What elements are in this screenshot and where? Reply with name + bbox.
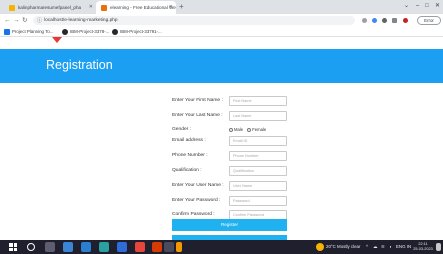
minimize-icon[interactable]: – — [416, 0, 419, 13]
bookmark-item[interactable]: Project Planning To... — [4, 27, 53, 37]
gender-radio-group: Male Female — [229, 127, 269, 132]
tray-up-icon[interactable]: ^ — [366, 240, 368, 254]
bookmark-label: Project Planning To... — [12, 29, 54, 34]
bookmarks-bar: Project Planning To... IBM-Project-3378-… — [0, 27, 443, 37]
sidebar-icon[interactable] — [392, 18, 397, 23]
qualification-label: Qualification : — [172, 168, 202, 173]
first-name-input[interactable] — [229, 96, 287, 106]
tab-favicon-icon — [101, 5, 107, 11]
phone-label: Phone Number : — [172, 153, 208, 158]
mail-icon[interactable] — [63, 242, 73, 252]
profile-error-button[interactable]: Error — [417, 16, 441, 25]
system-clock[interactable]: 22:11 25-03-2023 — [413, 242, 433, 252]
phone-input[interactable] — [229, 151, 287, 161]
bookmark-label: IBM-Project-33791-... — [120, 29, 162, 34]
browser-window: kalinpharmaresumefpanel_pha ✕ elearning … — [0, 0, 443, 254]
app-icon[interactable] — [164, 242, 174, 252]
vscode-icon[interactable] — [117, 242, 127, 252]
bookmark-item[interactable]: IBM-Project-3378-... — [62, 27, 109, 37]
github-icon — [112, 29, 118, 35]
confirm-password-label: Confirm Password : — [172, 212, 215, 217]
username-label: Enter Your User Name : — [172, 183, 224, 188]
chevron-down-icon[interactable]: ⌄ — [404, 0, 409, 13]
qualification-input[interactable] — [229, 166, 287, 176]
gender-female-label: Female — [252, 127, 267, 132]
notification-icon[interactable] — [436, 243, 441, 251]
forward-icon[interactable]: → — [13, 14, 20, 27]
email-input[interactable] — [229, 136, 287, 146]
first-name-label: Enter Your First Name : — [172, 98, 223, 103]
register-button[interactable]: Register — [172, 219, 287, 231]
language-indicator[interactable]: ENG IN — [396, 240, 411, 254]
office-icon[interactable] — [152, 242, 162, 252]
gender-label: Gender : — [172, 127, 192, 132]
gender-male-radio[interactable] — [229, 127, 233, 132]
weather-icon — [316, 243, 324, 251]
onedrive-icon[interactable]: ☁ — [373, 240, 377, 254]
tab-close-icon[interactable]: ✕ — [169, 1, 173, 14]
windows-start-icon[interactable] — [9, 243, 17, 251]
chrome-icon[interactable] — [135, 242, 145, 252]
volume-icon[interactable]: ◖ — [389, 240, 392, 254]
maximize-icon[interactable]: □ — [425, 0, 429, 13]
last-name-label: Enter Your Last Name : — [172, 113, 223, 118]
task-view-icon[interactable] — [45, 242, 55, 252]
extension-icon[interactable] — [372, 18, 377, 23]
url-bar[interactable]: ⓘ localhost/e-learning-marketing.php — [33, 16, 355, 25]
taskbar: 20°C Mostly clear ^ ☁ ≋ ◖ ENG IN 22:11 2… — [0, 240, 443, 254]
tab-elearning[interactable]: elearning - Free Educational We ✕ — [96, 1, 176, 14]
gender-male-label: Male — [234, 127, 244, 132]
last-name-input[interactable] — [229, 111, 287, 121]
wifi-icon[interactable]: ≋ — [381, 240, 385, 254]
tab-pharma[interactable]: kalinpharmaresumefpanel_pha ✕ — [4, 1, 96, 14]
gender-female-radio[interactable] — [247, 127, 252, 132]
clock-date: 25-03-2023 — [413, 247, 433, 251]
file-explorer-icon[interactable] — [176, 242, 182, 252]
username-input[interactable] — [229, 181, 287, 191]
password-input[interactable] — [229, 196, 287, 206]
weather-text[interactable]: 20°C Mostly clear — [326, 240, 360, 254]
back-icon[interactable]: ← — [4, 14, 11, 27]
tab-close-icon[interactable]: ✕ — [89, 1, 93, 14]
new-tab-icon[interactable]: + — [179, 1, 184, 13]
registration-form: Enter Your First Name : Enter Your Last … — [0, 37, 443, 240]
email-label: Email address : — [172, 138, 206, 143]
app-icon[interactable] — [99, 242, 109, 252]
page-content: Registration Enter Your First Name : Ent… — [0, 37, 443, 240]
avatar[interactable] — [403, 18, 408, 23]
address-bar-row: ← → ↻ ⓘ localhost/e-learning-marketing.p… — [0, 14, 443, 27]
info-icon[interactable]: ⓘ — [37, 17, 42, 24]
tab-label: elearning - Free Educational We — [110, 5, 176, 10]
password-label: Enter Your Password : — [172, 198, 221, 203]
close-window-icon[interactable]: ✕ — [435, 0, 440, 13]
bookmark-icon — [4, 29, 10, 35]
share-icon[interactable] — [362, 18, 367, 23]
tab-label: kalinpharmaresumefpanel_pha — [18, 5, 82, 10]
search-icon[interactable] — [27, 243, 35, 251]
edge-icon[interactable] — [81, 242, 91, 252]
bookmark-label: IBM-Project-3378-... — [70, 29, 110, 34]
tab-favicon-icon — [9, 5, 15, 11]
puzzle-icon[interactable] — [382, 18, 387, 23]
url-text: localhost/e-learning-marketing.php — [44, 18, 118, 23]
tab-strip: kalinpharmaresumefpanel_pha ✕ elearning … — [0, 0, 443, 14]
bookmark-item[interactable]: IBM-Project-33791-... — [112, 27, 162, 37]
github-icon — [62, 29, 68, 35]
reload-icon[interactable]: ↻ — [22, 14, 27, 27]
